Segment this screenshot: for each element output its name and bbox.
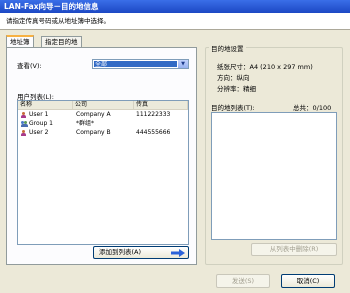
row-company: *群组* (76, 120, 95, 127)
group-icon (21, 121, 28, 127)
row-company: Company A (76, 111, 111, 118)
view-label: 查看(V): (17, 62, 42, 70)
paper-size-value: A4 (210 x 297 mm) (249, 63, 313, 71)
lan-fax-wizard-window: LAN-Fax向导－目的地信息 请指定传真号码或从地址簿中选择。 地址簿 指定目… (0, 0, 350, 293)
resolution-row: 分辨率：精细 (217, 83, 256, 93)
column-header-fax[interactable]: 传真 (134, 101, 188, 109)
user-list[interactable]: 名称 公司 传真 User 1 Company A 111222333 Grou… (17, 100, 189, 245)
resolution-label: 分辨率： (217, 85, 243, 93)
send-button[interactable]: 发送(S) (216, 274, 270, 288)
orientation-label: 方向： (217, 74, 237, 82)
user-icon (21, 112, 26, 118)
table-row[interactable]: User 2 Company B 444555666 (18, 128, 188, 137)
column-header-name[interactable]: 名称 (18, 101, 73, 109)
tab-address-book[interactable]: 地址簿 (6, 35, 34, 47)
total-count: 总共：0/100 (293, 102, 331, 112)
list-header: 名称 公司 传真 (18, 101, 188, 110)
instruction-text: 请指定传真号码或从地址簿中选择。 (0, 13, 350, 30)
orientation-value: 纵向 (236, 74, 250, 82)
window-title: LAN-Fax向导－目的地信息 (0, 0, 350, 13)
table-row[interactable]: Group 1 *群组* (18, 119, 188, 128)
resolution-value: 精细 (243, 85, 256, 93)
row-fax: 444555666 (136, 129, 171, 136)
column-header-company[interactable]: 公司 (73, 101, 134, 109)
orientation-row: 方向：纵向 (217, 72, 250, 82)
row-name: User 2 (29, 129, 49, 136)
arrow-right-icon (171, 249, 185, 257)
view-select[interactable]: 全部 ▼ (92, 59, 189, 69)
paper-size-row: 纸张尺寸：A4 (210 x 297 mm) (217, 61, 313, 71)
row-company: Company B (76, 129, 111, 136)
row-name: User 1 (29, 111, 49, 118)
paper-size-label: 纸张尺寸： (217, 63, 250, 71)
destination-list-label: 目的地列表(T): (211, 104, 255, 112)
add-to-list-label: 添加到列表(A) (99, 248, 142, 256)
row-name: Group 1 (29, 120, 53, 127)
destination-settings-group: 目的地设置 纸张尺寸：A4 (210 x 297 mm) 方向：纵向 分辨率：精… (205, 43, 343, 265)
destination-settings-title: 目的地设置 (209, 43, 246, 53)
total-value: 0/100 (312, 104, 332, 112)
address-book-panel: 查看(V): 全部 ▼ 用户列表(L): 名称 公司 传真 User 1 Com… (6, 47, 197, 265)
total-label: 总共： (293, 104, 313, 112)
table-row[interactable]: User 1 Company A 111222333 (18, 110, 188, 119)
view-selected-value: 全部 (94, 61, 177, 68)
chevron-down-icon[interactable]: ▼ (178, 60, 188, 68)
tab-specify-destination[interactable]: 指定目的地 (41, 36, 82, 47)
add-to-list-button[interactable]: 添加到列表(A) (93, 246, 189, 259)
destination-list[interactable] (211, 112, 337, 240)
user-icon (21, 130, 26, 136)
cancel-button[interactable]: 取消(C) (281, 274, 335, 288)
row-fax: 111222333 (136, 111, 171, 118)
remove-from-list-button[interactable]: 从列表中删除(R) (251, 243, 337, 256)
